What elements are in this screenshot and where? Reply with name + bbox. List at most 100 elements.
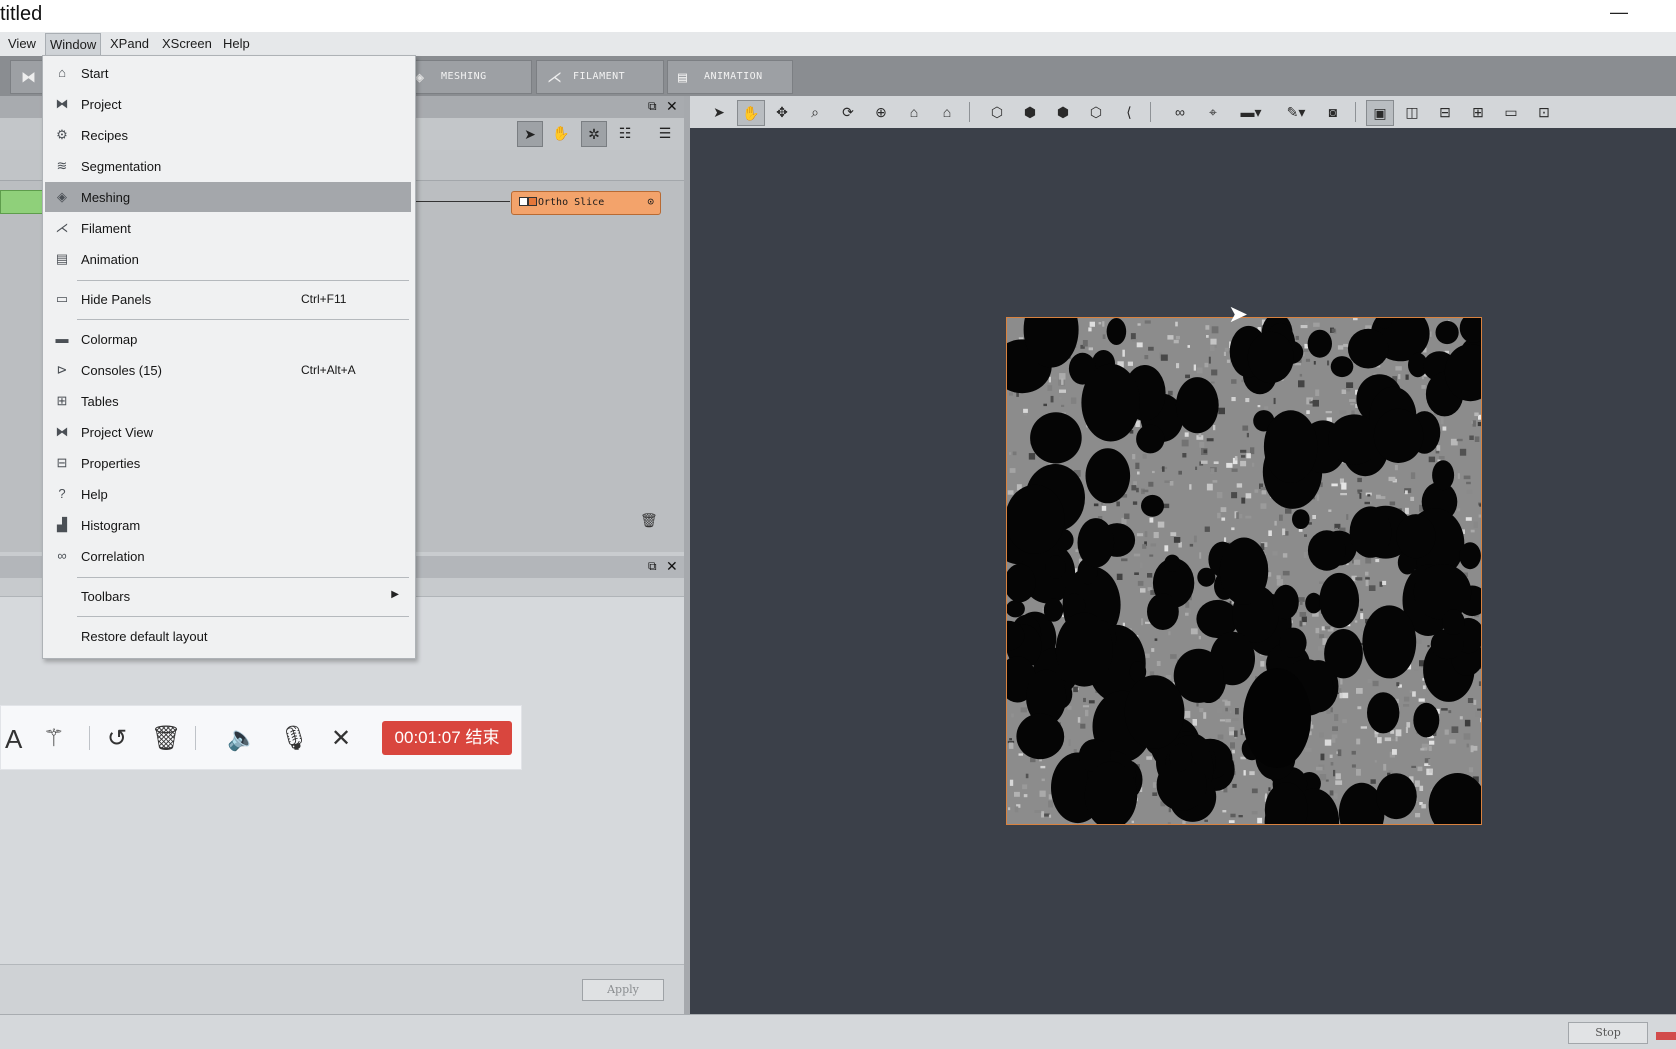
ortho-slice-image [1006,317,1482,825]
slice-texture-grain [1121,558,1127,561]
view-custom-icon[interactable]: ⬡ [1083,100,1109,124]
layout-custom-icon[interactable]: ⊡ [1531,100,1557,124]
slice-texture-grain [1367,494,1370,496]
slice-texture-grain [1331,484,1337,487]
project-view-icon: ⧓ [53,424,71,440]
layout-single-icon[interactable]: ▣ [1366,100,1394,126]
tree-view-icon[interactable]: ☷ [613,121,637,145]
layout-two-vertical-icon[interactable]: ◫ [1399,100,1425,124]
magic-wand-icon[interactable]: ⚚ [43,724,65,753]
menu-item-start[interactable]: ⌂ Start [45,58,411,88]
home-icon[interactable]: ⌂ [901,100,927,124]
layout-icon[interactable]: ☰ [653,121,677,145]
set-home-icon[interactable]: ⌂ [934,100,960,124]
speaker-icon[interactable]: 🔈 [227,724,257,753]
view-yz-icon[interactable]: ⬢ [1050,100,1076,124]
menu-item-tables[interactable]: ⊞ Tables [45,386,411,416]
trash-icon[interactable]: 🗑 [640,512,658,529]
text-tool-icon[interactable]: A [5,724,22,755]
hand-icon[interactable]: ✋ [737,100,765,126]
menu-item-segmentation[interactable]: ≋ Segmentation [45,151,411,181]
tab-meshing[interactable]: ◈ MESHING [404,60,532,94]
menu-item-restore-layout[interactable]: Restore default layout [45,621,411,651]
menu-item-recipes[interactable]: ⚙ Recipes [45,120,411,150]
select-tool-icon[interactable]: ➤ [517,121,543,147]
menu-help[interactable]: Help [219,36,254,51]
slice-texture-grain [1361,726,1367,728]
seek-icon[interactable]: ⊕ [868,100,894,124]
menu-xpand[interactable]: XPand [106,36,153,51]
menu-view[interactable]: View [4,36,40,51]
node-expand-icon[interactable]: ⊙ [647,195,654,208]
ortho-slice-node[interactable]: Ortho Slice ⊙ [511,191,661,215]
menu-item-histogram[interactable]: ▟ Histogram [45,510,411,540]
slice-texture-grain [1479,515,1481,518]
pick-icon[interactable]: ⌖ [1200,100,1226,124]
menu-item-hide-panels[interactable]: ▭ Hide Panels Ctrl+F11 [45,284,411,314]
menu-item-colormap[interactable]: ▬ Colormap [45,324,411,354]
delete-icon[interactable]: 🗑 [151,724,181,753]
apply-button[interactable]: Apply [582,979,664,1001]
data-node[interactable] [0,190,46,214]
microphone-icon[interactable]: 🎙 [279,724,309,753]
slice-texture-grain [1411,472,1415,479]
menu-item-project[interactable]: ⧓ Project [45,89,411,119]
menu-item-consoles[interactable]: ⊳ Consoles (15) Ctrl+Alt+A [45,355,411,385]
pointer-icon[interactable]: ➤ [706,100,732,124]
close-panel-icon[interactable]: ✕ [666,558,678,575]
perspective-icon[interactable]: ⟨ [1116,100,1142,124]
hand-tool-icon[interactable]: ✋ [549,121,573,145]
slice-texture-grain [1225,719,1231,722]
stereo-glasses-icon[interactable]: ∞ [1167,100,1193,124]
slice-texture-grain [1158,522,1165,528]
layout-four-icon[interactable]: ⊞ [1465,100,1491,124]
menu-item-meshing[interactable]: ◈ Meshing [45,182,411,212]
slice-texture-grain [1371,779,1376,784]
stop-button[interactable]: Stop [1568,1022,1648,1044]
close-panel-icon[interactable]: ✕ [666,98,678,115]
view-xy-icon[interactable]: ⬡ [984,100,1010,124]
menu-item-filament[interactable]: ⋌ Filament [45,213,411,243]
menu-window[interactable]: Window [45,33,101,56]
tab-filament[interactable]: ⋌ FILAMENT [536,60,664,94]
float-panel-icon[interactable]: ⧉ [648,559,657,574]
menu-item-project-view[interactable]: ⧓ Project View [45,417,411,447]
menu-item-properties[interactable]: ⊟ Properties [45,448,411,478]
slice-texture-grain [1467,744,1469,748]
slice-texture-grain [1182,440,1189,447]
slice-texture-grain [1406,727,1408,733]
menu-item-correlation[interactable]: ∞ Correlation [45,541,411,571]
minimize-button[interactable]: — [1610,2,1628,23]
float-panel-icon[interactable]: ⧉ [648,99,657,114]
slice-texture-grain [1205,325,1209,330]
menu-xscreen[interactable]: XScreen [158,36,216,51]
undo-icon[interactable]: ↺ [107,724,127,753]
recording-timer-stop-button[interactable]: 00:01:07 结束 [382,721,512,755]
slice-pore [1078,518,1115,567]
colormap-icon: ▬ [53,331,71,347]
slice-texture-grain [1196,703,1198,706]
slice-texture-grain [1333,770,1335,776]
measure-icon[interactable]: ▬▾ [1233,100,1269,124]
slice-texture-grain [1300,374,1302,377]
zoom-icon[interactable]: ⌕ [802,100,828,124]
view-xz-icon[interactable]: ⬢ [1017,100,1043,124]
slice-texture-grain [1274,521,1276,526]
rotate-icon[interactable]: ⟳ [835,100,861,124]
slice-pore [1056,613,1113,687]
tab-animation[interactable]: ▤ ANIMATION [667,60,793,94]
slice-texture-grain [1473,420,1476,426]
draw-icon[interactable]: ✎▾ [1278,100,1314,124]
node-visibility-checkbox[interactable] [519,197,528,206]
menu-item-help[interactable]: ? Help [45,479,411,509]
slice-texture-grain [1225,348,1229,352]
pan-icon[interactable]: ✥ [769,100,795,124]
layout-two-horizontal-icon[interactable]: ⊟ [1432,100,1458,124]
camera-icon[interactable]: ◙ [1320,100,1346,124]
fullscreen-icon[interactable]: ▭ [1498,100,1524,124]
menu-item-animation[interactable]: ▤ Animation [45,244,411,274]
help-icon: ? [53,486,71,502]
auto-connect-icon[interactable]: ✲ [581,121,607,147]
close-recorder-icon[interactable]: ✕ [331,724,351,753]
menu-item-toolbars[interactable]: Toolbars ▶ [45,581,411,611]
